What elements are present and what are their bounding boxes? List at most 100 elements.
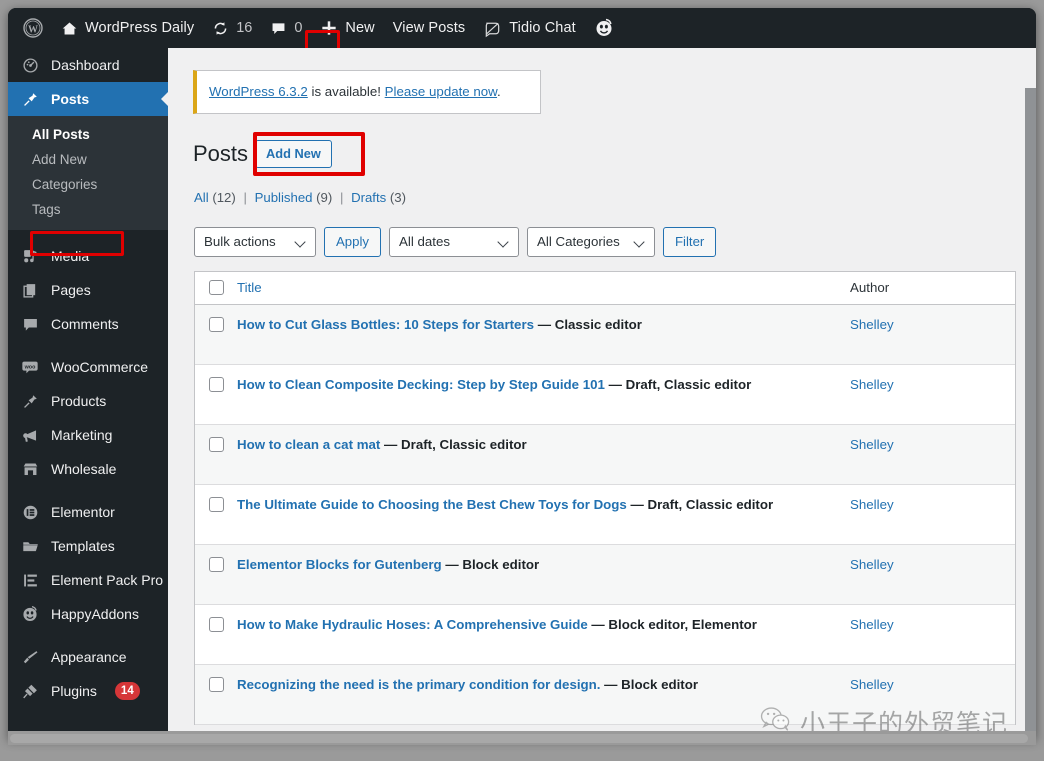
post-title-link[interactable]: The Ultimate Guide to Choosing the Best … [237,497,627,512]
admin-bar-wp-logo[interactable]: W [14,8,52,48]
sidebar-subitem-all-posts[interactable]: All Posts [8,122,168,147]
post-meta: — Block editor [441,556,540,572]
sidebar-item-element-pack-pro[interactable]: Element Pack Pro [8,563,168,597]
category-filter-select[interactable]: All Categories [527,226,655,257]
author-link[interactable]: Shelley [850,497,894,512]
row-checkbox[interactable] [208,676,224,692]
sidebar-item-label: Dashboard [51,57,120,73]
admin-bar-comments[interactable]: 0 [261,8,311,48]
sidebar-subitem-tags[interactable]: Tags [8,197,168,222]
category-filter-value: All Categories [537,234,620,250]
dashboard-icon [20,57,40,74]
admin-bar-site-name[interactable]: WordPress Daily [52,8,203,48]
admin-bar-updates[interactable]: 16 [203,8,261,48]
row-checkbox[interactable] [208,316,224,332]
sidebar-item-appearance[interactable]: Appearance [8,640,168,674]
sidebar-item-dashboard[interactable]: Dashboard [8,48,168,82]
author-link[interactable]: Shelley [850,317,894,332]
elementor-icon [20,504,40,521]
post-title-cell: How to clean a cat mat — Draft, Classic … [237,437,850,452]
post-title-link[interactable]: How to Cut Glass Bottles: 10 Steps for S… [237,317,534,332]
tidio-chat-icon [483,19,502,38]
megaphone-icon [20,427,40,444]
happyaddons-smiley-icon [594,18,614,38]
vertical-scrollbar[interactable] [1025,88,1036,739]
row-checkbox[interactable] [208,616,224,632]
sidebar-item-products[interactable]: Products [8,384,168,418]
post-title-link[interactable]: How to Make Hydraulic Hoses: A Comprehen… [237,617,588,632]
bulk-actions-select[interactable]: Bulk actions [194,226,316,257]
sidebar-item-happyaddons[interactable]: HappyAddons [8,597,168,631]
please-update-now-link[interactable]: Please update now [385,84,497,99]
pages-icon [20,282,40,299]
filter-count-all: (12) [212,189,236,205]
post-title-link[interactable]: How to Clean Composite Decking: Step by … [237,377,605,392]
sidebar-subitem-categories[interactable]: Categories [8,172,168,197]
post-author-cell: Shelley [850,617,1015,632]
filter-link-all[interactable]: All [194,190,209,205]
sidebar-item-elementor[interactable]: Elementor [8,495,168,529]
post-title-link[interactable]: How to clean a cat mat [237,437,380,452]
update-version-link[interactable]: WordPress 6.3.2 [209,84,308,99]
plus-icon [320,19,338,37]
row-checkbox[interactable] [208,376,224,392]
author-link[interactable]: Shelley [850,677,894,692]
sidebar-subitem-add-new[interactable]: Add New [8,147,168,172]
sidebar-item-comments[interactable]: Comments [8,307,168,341]
chevron-down-icon [499,237,509,247]
posts-list-table: Title Author How to Cut Glass Bottles: 1… [194,270,1016,725]
sidebar-item-label: Wholesale [51,461,117,477]
author-link[interactable]: Shelley [850,377,894,392]
horizontal-scrollbar[interactable] [8,731,1036,745]
row-select-cell [195,316,237,332]
sidebar-item-woocommerce[interactable]: woo WooCommerce [8,350,168,384]
sidebar-item-marketing[interactable]: Marketing [8,418,168,452]
row-checkbox[interactable] [208,496,224,512]
column-header-title[interactable]: Title [237,280,850,295]
sidebar-item-plugins[interactable]: Plugins 14 [8,674,168,708]
author-link[interactable]: Shelley [850,557,894,572]
menu-divider [8,631,168,640]
post-title-cell: The Ultimate Guide to Choosing the Best … [237,497,850,512]
row-select-cell [195,556,237,572]
sidebar-item-label: WooCommerce [51,359,148,375]
table-row: The Ultimate Guide to Choosing the Best … [195,485,1015,545]
sidebar-item-wholesale[interactable]: Wholesale [8,452,168,486]
author-link[interactable]: Shelley [850,617,894,632]
comments-count: 0 [294,20,303,36]
post-title-link[interactable]: Elementor Blocks for Gutenberg [237,557,442,572]
horizontal-scrollbar-thumb[interactable] [10,734,1028,743]
row-select-cell [195,436,237,452]
admin-bar-new[interactable]: New [311,8,383,48]
post-title-cell: How to Make Hydraulic Hoses: A Comprehen… [237,617,850,632]
sidebar-item-pages[interactable]: Pages [8,273,168,307]
select-all-checkbox[interactable] [208,280,224,296]
post-title-link[interactable]: Recognizing the need is the primary cond… [237,677,600,692]
date-filter-select[interactable]: All dates [389,226,519,257]
row-checkbox[interactable] [208,556,224,572]
admin-bar-happyaddons[interactable] [585,8,623,48]
paintbrush-icon [20,649,40,666]
filter-link-published[interactable]: Published [255,190,313,205]
add-new-button[interactable]: Add New [255,139,332,168]
sidebar-item-templates[interactable]: Templates [8,529,168,563]
post-author-cell: Shelley [850,557,1015,572]
apply-button[interactable]: Apply [324,226,381,257]
menu-divider [8,486,168,495]
sidebar-item-posts[interactable]: Posts [8,82,169,116]
table-row: How to Clean Composite Decking: Step by … [195,365,1015,425]
post-meta: — Block editor, Elementor [587,616,757,632]
admin-bar-view-posts[interactable]: View Posts [384,8,474,48]
post-author-cell: Shelley [850,437,1015,452]
sidebar-item-media[interactable]: Media [8,239,168,273]
notice-middle-text: is available! [307,84,385,99]
site-name-label: WordPress Daily [85,20,195,36]
updates-icon [212,20,229,37]
table-header-row: Title Author [195,271,1015,305]
row-checkbox[interactable] [208,436,224,452]
filter-button[interactable]: Filter [663,226,717,257]
author-link[interactable]: Shelley [850,437,894,452]
filter-link-drafts[interactable]: Drafts [351,190,386,205]
menu-divider [8,341,168,350]
admin-bar-tidio-chat[interactable]: Tidio Chat [474,8,585,48]
